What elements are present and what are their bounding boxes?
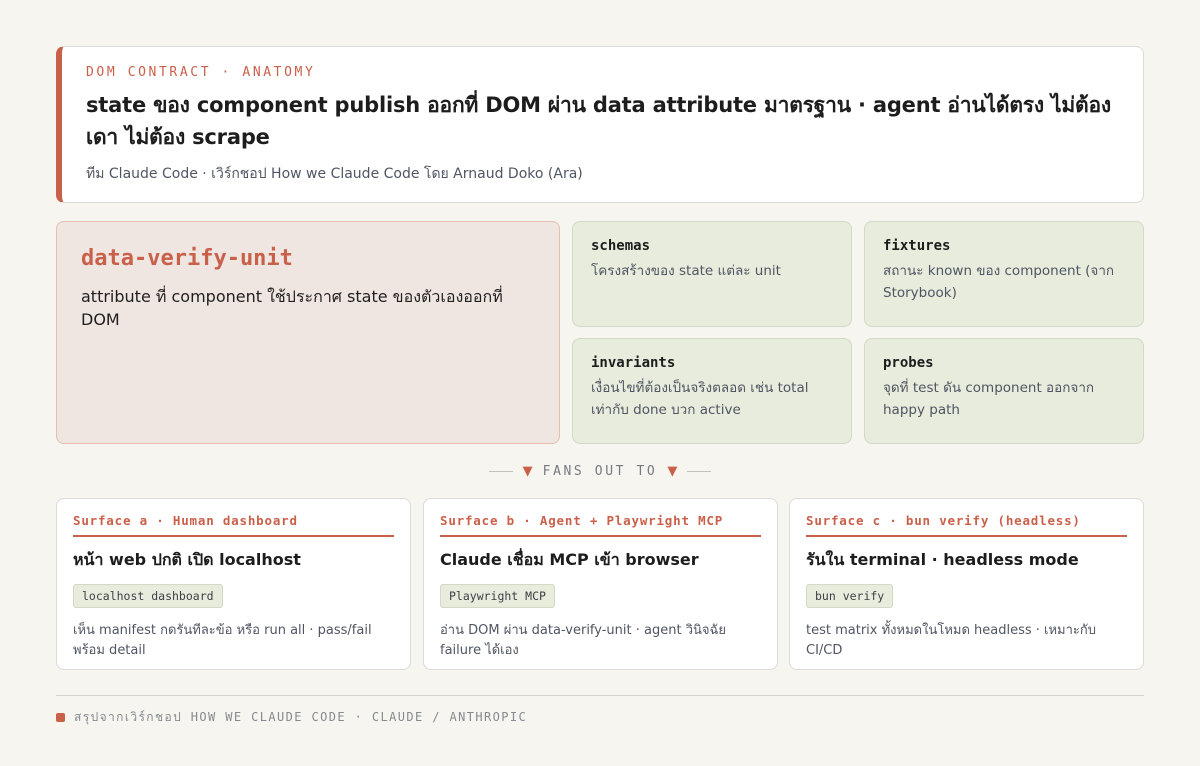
surface-card-agent-playwright: Surface b · Agent + Playwright MCP Claud… — [423, 498, 778, 670]
part-description: สถานะ known ของ component (จาก Storybook… — [883, 263, 1115, 301]
surface-tool-chip: localhost dashboard — [73, 584, 223, 608]
footer-square-icon — [56, 713, 65, 722]
part-title: fixtures — [883, 238, 951, 254]
part-description: เงื่อนไขที่ต้องเป็นจริงตลอด เช่น total เ… — [591, 380, 809, 418]
part-card-probes: probes จุดที่ test ดัน component ออกจาก … — [864, 338, 1144, 444]
hero-attribute-name: data-verify-unit — [81, 246, 293, 271]
part-card-schemas: schemas โครงสร้างของ state แต่ละ unit — [572, 221, 852, 327]
surface-card-human-dashboard: Surface a · Human dashboard หน้า web ปกต… — [56, 498, 411, 670]
page-title: state ของ component publish ออกที่ DOM ผ… — [86, 93, 1111, 149]
part-card-invariants: invariants เงื่อนไขที่ต้องเป็นจริงตลอด เ… — [572, 338, 852, 444]
eyebrow-label: DOM CONTRACT · ANATOMY — [86, 65, 316, 80]
page-subtitle: ทีม Claude Code · เวิร์กชอป How we Claud… — [86, 166, 583, 182]
surface-title: Claude เชื่อม MCP เข้า browser — [440, 550, 699, 569]
part-title: invariants — [591, 355, 676, 371]
surface-title: รันใน terminal · headless mode — [806, 550, 1079, 569]
header-card: DOM CONTRACT · ANATOMY state ของ compone… — [56, 46, 1144, 203]
fanout-divider: ▼ FANS OUT TO ▼ — [0, 461, 1200, 481]
surface-label: Surface c · bun verify (headless) — [806, 513, 1127, 537]
hero-description: attribute ที่ component ใช้ประกาศ state … — [81, 287, 503, 329]
surface-label: Surface a · Human dashboard — [73, 513, 394, 537]
part-title: probes — [883, 355, 934, 371]
footer: สรุปจากเวิร์กชอป HOW WE CLAUDE CODE · CL… — [56, 708, 527, 727]
divider-line — [488, 470, 513, 472]
surface-description: test matrix ทั้งหมดในโหมด headless · เหม… — [806, 623, 1097, 658]
surface-tool-chip: bun verify — [806, 584, 894, 608]
surface-tool-chip: Playwright MCP — [440, 584, 555, 608]
part-title: schemas — [591, 238, 651, 254]
surface-description: เห็น manifest กดรันทีละข้อ หรือ run all … — [73, 623, 372, 658]
surface-card-bun-verify: Surface c · bun verify (headless) รันใน … — [789, 498, 1144, 670]
footer-credit: สรุปจากเวิร์กชอป HOW WE CLAUDE CODE · CL… — [74, 710, 528, 724]
part-description: โครงสร้างของ state แต่ละ unit — [591, 263, 781, 279]
footer-divider — [56, 695, 1144, 696]
surface-description: อ่าน DOM ผ่าน data-verify-unit · agent ว… — [440, 623, 726, 658]
fanout-label: FANS OUT TO — [542, 463, 658, 479]
surface-title: หน้า web ปกติ เปิด localhost — [73, 550, 301, 569]
surface-label: Surface b · Agent + Playwright MCP — [440, 513, 761, 537]
divider-line — [687, 470, 712, 472]
part-description: จุดที่ test ดัน component ออกจาก happy p… — [883, 380, 1095, 418]
hero-card: data-verify-unit attribute ที่ component… — [56, 221, 560, 444]
arrow-down-icon: ▼ — [667, 463, 678, 479]
arrow-down-icon: ▼ — [522, 463, 533, 479]
part-card-fixtures: fixtures สถานะ known ของ component (จาก … — [864, 221, 1144, 327]
